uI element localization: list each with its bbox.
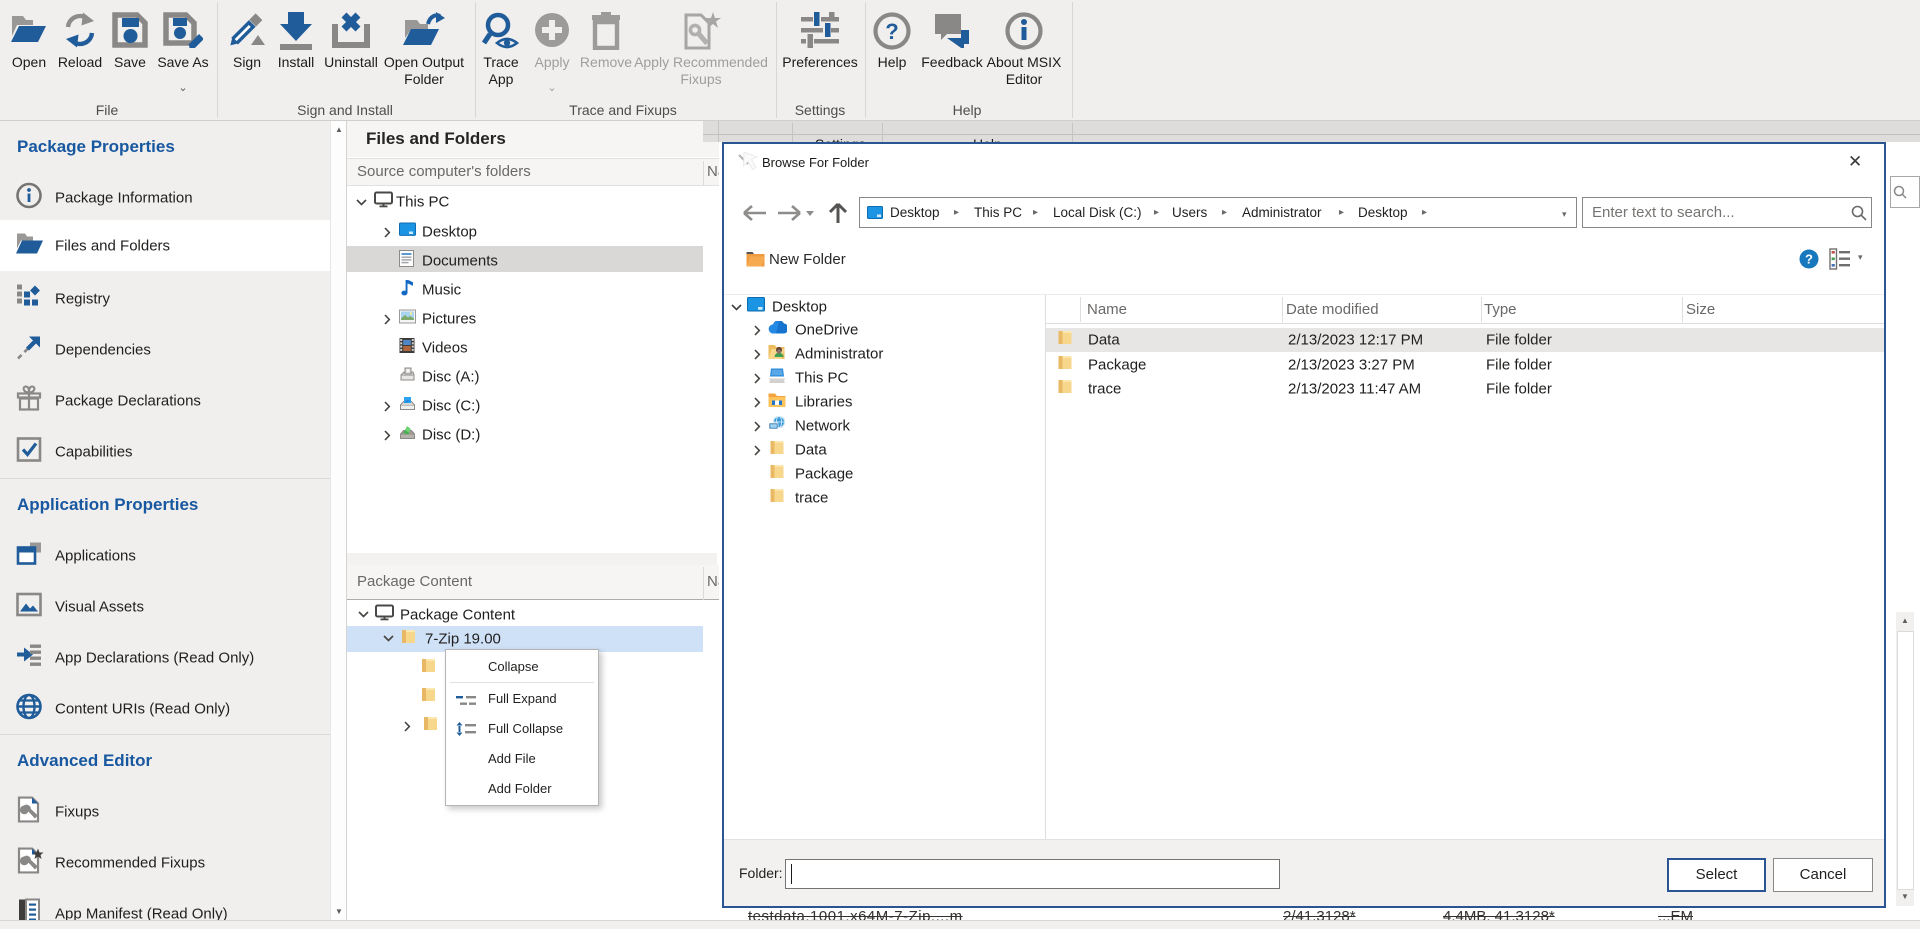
svg-text:?: ? bbox=[885, 19, 898, 44]
svg-text:?: ? bbox=[1805, 252, 1813, 267]
